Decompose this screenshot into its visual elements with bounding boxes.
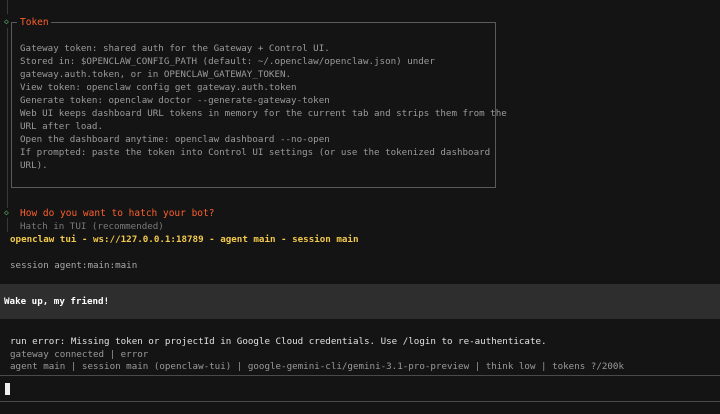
token-line: If prompted: paste the token into Contro… xyxy=(20,147,491,158)
tui-header: openclaw tui - ws://127.0.0.1:18789 - ag… xyxy=(10,234,359,245)
hatch-question: How do you want to hatch your bot? xyxy=(20,208,215,219)
gateway-status: gateway connected | error xyxy=(10,349,149,360)
chat-input[interactable] xyxy=(12,381,712,397)
token-line: URL). xyxy=(20,160,48,171)
gutter-line-top xyxy=(7,0,8,14)
token-line: Generate token: openclaw doctor --genera… xyxy=(20,95,330,106)
token-line: Gateway token: shared auth for the Gatew… xyxy=(20,43,330,54)
text-cursor xyxy=(5,383,10,395)
gutter-line-lower xyxy=(7,218,8,232)
diamond-icon: ◇ xyxy=(4,17,9,26)
token-line: Open the dashboard anytime: openclaw das… xyxy=(20,134,330,145)
run-error-message: run error: Missing token or projectId in… xyxy=(10,336,547,347)
session-label: session agent:main:main xyxy=(10,260,138,271)
token-line: gateway.auth.token, or in OPENCLAW_GATEW… xyxy=(20,69,292,80)
user-message: Wake up, my friend! xyxy=(4,296,110,307)
gutter-line-mid xyxy=(7,28,8,208)
token-line: Web UI keeps dashboard URL tokens in mem… xyxy=(20,108,507,119)
input-border-bottom xyxy=(0,401,720,402)
input-border-top xyxy=(0,375,720,376)
token-line: URL after load. xyxy=(20,121,103,132)
hatch-option[interactable]: Hatch in TUI (recommended) xyxy=(20,221,164,232)
token-line: View token: openclaw config get gateway.… xyxy=(20,82,297,93)
token-line: Stored in: $OPENCLAW_CONFIG_PATH (defaul… xyxy=(20,56,435,67)
token-section-title: Token xyxy=(20,17,49,28)
session-info-bar: agent main | session main (openclaw-tui)… xyxy=(10,361,624,372)
diamond-icon: ◇ xyxy=(4,208,9,217)
